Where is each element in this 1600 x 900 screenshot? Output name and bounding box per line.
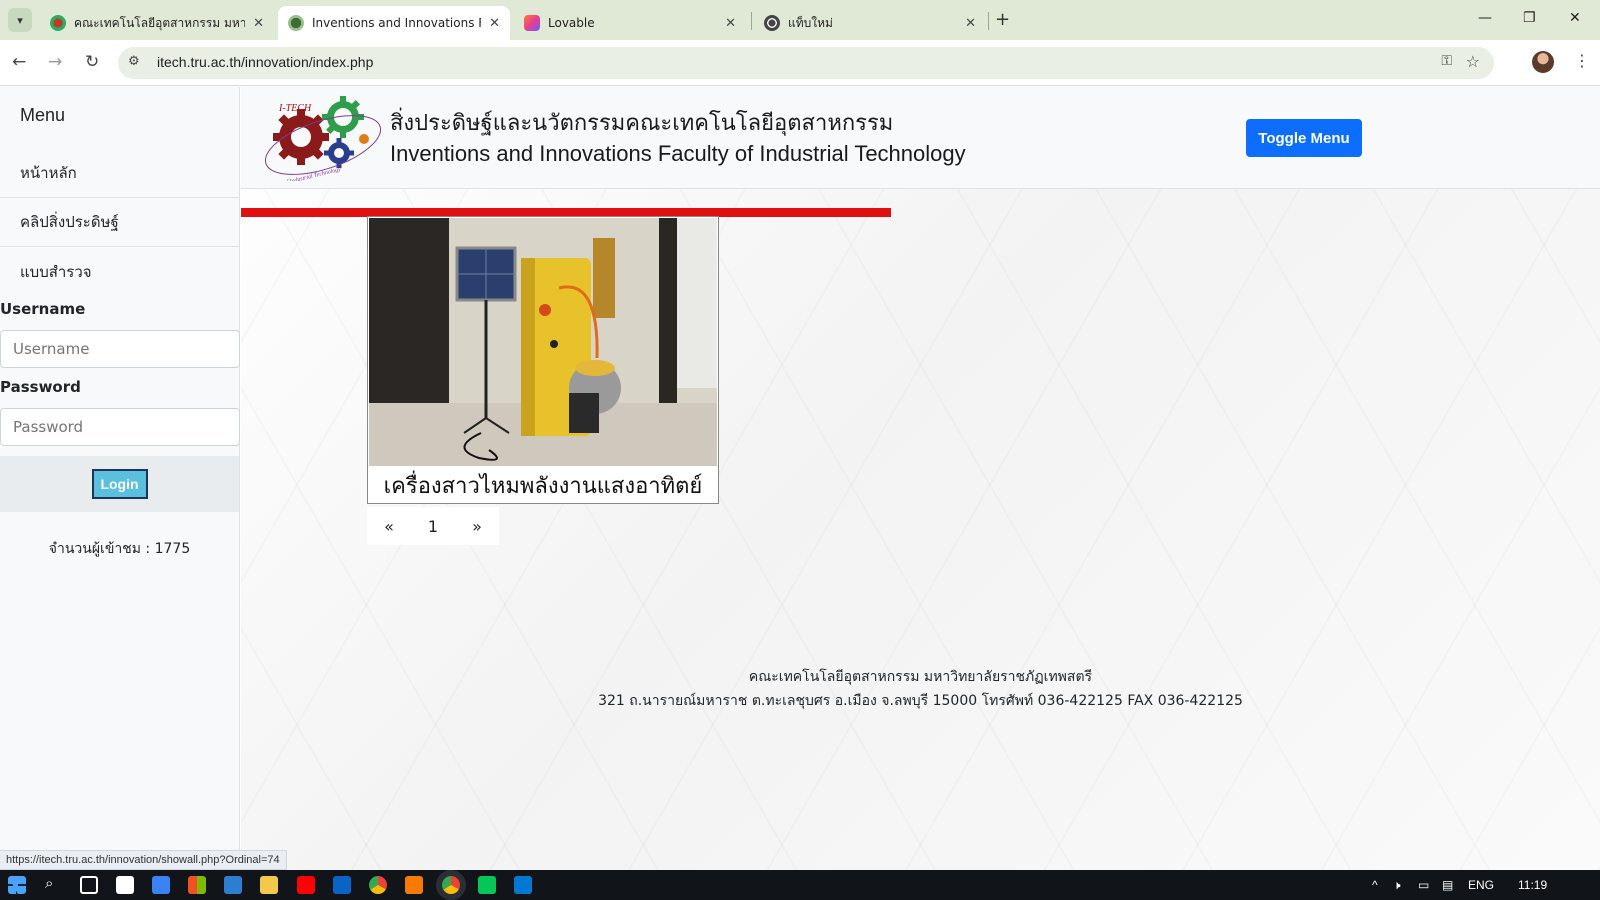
top-header: I-TECH Faculty of Industrial Technology … <box>241 87 1600 189</box>
sidebar-item-home[interactable]: หน้าหลัก <box>0 149 239 198</box>
link-status-bar: https://itech.tru.ac.th/innovation/showa… <box>0 850 287 870</box>
minimize-icon[interactable]: — <box>1478 10 1492 26</box>
chrome-icon[interactable] <box>369 876 387 894</box>
solar-silk-reeling-machine-image[interactable] <box>369 218 717 466</box>
lovable-favicon-icon <box>524 15 540 31</box>
login-button[interactable]: Login <box>91 469 148 499</box>
forward-icon[interactable]: → <box>48 52 62 72</box>
tray-chevron-icon[interactable]: ^ <box>1372 878 1378 892</box>
file-explorer-icon[interactable] <box>260 876 278 894</box>
pagination-page-1[interactable]: 1 <box>411 507 455 545</box>
task-view-icon[interactable] <box>80 876 98 894</box>
restore-icon[interactable]: ❐ <box>1523 10 1536 26</box>
address-bar: ← → ↻ ⚙ itech.tru.ac.th/innovation/index… <box>0 40 1600 86</box>
vscode-icon[interactable] <box>514 876 532 894</box>
language-indicator[interactable]: ENG <box>1468 878 1494 892</box>
footer-line-1: คณะเทคโนโลยีอุตสาหกรรม มหาวิทยาลัยราชภัฏ… <box>748 669 1093 685</box>
url-text[interactable]: itech.tru.ac.th/innovation/index.php <box>157 54 373 70</box>
page-title-english: Inventions and Innovations Faculty of In… <box>390 141 966 166</box>
pagination-prev[interactable]: « <box>367 507 411 545</box>
tab-title: แท็บใหม่ <box>788 15 833 30</box>
sidebar-item-survey[interactable]: แบบสำรวจ <box>0 247 239 296</box>
clock[interactable]: 11:19 <box>1518 878 1547 892</box>
web-page: Menu หน้าหลัก คลิปสิ่งประดิษฐ์ แบบสำรวจ … <box>0 87 1600 870</box>
pagination-next[interactable]: » <box>455 507 499 545</box>
mail-icon[interactable] <box>224 876 242 894</box>
sidebar-item-clips[interactable]: คลิปสิ่งประดิษฐ์ <box>0 198 239 247</box>
tab-separator <box>751 12 752 30</box>
tab-title: Inventions and Innovations Facu <box>312 16 481 30</box>
site-info-icon[interactable]: ⚙ <box>128 54 140 69</box>
password-label: Password <box>0 378 81 396</box>
username-label: Username <box>0 300 86 318</box>
tab-search-button[interactable]: ▾ <box>8 8 32 32</box>
tab-lovable[interactable]: Lovable ✕ <box>514 6 746 40</box>
reload-icon[interactable]: ↻ <box>85 52 99 72</box>
notepad-icon[interactable] <box>152 876 170 894</box>
profile-avatar[interactable] <box>1532 51 1554 73</box>
logo-text: I-TECH <box>278 103 312 114</box>
tab-new[interactable]: แท็บใหม่ ✕ <box>754 6 986 40</box>
page-title-thai: สิ่งประดิษฐ์และนวัตกรรมคณะเทคโนโลยีอุตสา… <box>390 111 894 136</box>
tab-faculty[interactable]: คณะเทคโนโลยีอุตสาหกรรม มหาวิทยา ✕ <box>40 6 274 40</box>
youtube-icon[interactable] <box>297 876 315 894</box>
toggle-menu-button[interactable]: Toggle Menu <box>1246 119 1362 157</box>
browser-tab-bar: ▾ คณะเทคโนโลยีอุตสาหกรรม มหาวิทยา ✕ Inve… <box>0 0 1600 40</box>
chrome-favicon-icon <box>764 15 780 31</box>
faculty-favicon-icon <box>50 15 66 31</box>
volume-icon[interactable]: 🕨 <box>1393 878 1401 893</box>
password-key-icon[interactable]: ⚿ <box>1441 53 1452 69</box>
sidebar-item-label: คลิปสิ่งประดิษฐ์ <box>20 213 119 231</box>
app-orange-icon[interactable] <box>405 876 423 894</box>
windows-start-icon[interactable] <box>8 876 26 894</box>
app-icon[interactable] <box>188 876 206 894</box>
innovations-favicon-icon <box>288 15 304 31</box>
itech-logo-icon: I-TECH Faculty of Industrial Technology <box>263 96 382 181</box>
windows-taskbar: ⌕ ^ 🕨 ▭ ▤ ENG 11:19 <box>0 870 1600 900</box>
back-icon[interactable]: ← <box>12 52 26 72</box>
outlook-icon[interactable] <box>333 876 351 894</box>
close-window-icon[interactable]: ✕ <box>1569 10 1581 26</box>
tab-separator <box>988 12 989 30</box>
notification-icon[interactable]: ▤ <box>1442 878 1453 892</box>
close-tab-icon[interactable]: ✕ <box>489 16 500 31</box>
omnibox[interactable]: ⚙ itech.tru.ac.th/innovation/index.php ⚿… <box>118 47 1494 79</box>
new-tab-icon[interactable]: + <box>995 9 1010 30</box>
chrome-active-icon[interactable] <box>442 876 460 894</box>
chevron-down-icon: ▾ <box>17 13 23 27</box>
close-tab-icon[interactable]: ✕ <box>725 16 736 31</box>
footer: คณะเทคโนโลยีอุตสาหกรรม มหาวิทยาลัยราชภัฏ… <box>241 665 1600 713</box>
sidebar-heading: Menu <box>20 105 66 125</box>
search-icon[interactable]: ⌕ <box>45 875 53 892</box>
tab-innovations[interactable]: Inventions and Innovations Facu ✕ <box>278 6 510 40</box>
sidebar: Menu หน้าหลัก คลิปสิ่งประดิษฐ์ แบบสำรวจ … <box>0 87 240 870</box>
pagination: « 1 » <box>367 507 499 545</box>
store-icon[interactable] <box>116 876 134 894</box>
username-input[interactable] <box>0 330 240 368</box>
network-icon[interactable]: ▭ <box>1418 878 1429 892</box>
sidebar-item-label: แบบสำรวจ <box>20 262 92 281</box>
bookmark-star-icon[interactable]: ☆ <box>1466 52 1480 71</box>
card-title[interactable]: เครื่องสาวไหมพลังงานแสงอาทิตย์ <box>368 468 718 503</box>
login-area: Login <box>0 456 239 512</box>
line-icon[interactable] <box>478 876 496 894</box>
close-tab-icon[interactable]: ✕ <box>253 16 264 31</box>
main-content: I-TECH Faculty of Industrial Technology … <box>241 87 1600 870</box>
tab-title: Lovable <box>548 16 595 30</box>
password-input[interactable] <box>0 408 240 446</box>
menu-kebab-icon[interactable]: ⋮ <box>1574 51 1590 70</box>
footer-line-2: 321 ถ.นารายณ์มหาราช ต.ทะเลชุบศร อ.เมือง … <box>598 693 1243 709</box>
close-tab-icon[interactable]: ✕ <box>965 16 976 31</box>
innovation-card[interactable]: เครื่องสาวไหมพลังงานแสงอาทิตย์ <box>367 216 719 504</box>
sidebar-item-label: หน้าหลัก <box>20 164 77 182</box>
visitor-count: จำนวนผู้เข้าชม : 1775 <box>48 541 191 557</box>
tab-title: คณะเทคโนโลยีอุตสาหกรรม มหาวิทยา <box>74 15 246 30</box>
